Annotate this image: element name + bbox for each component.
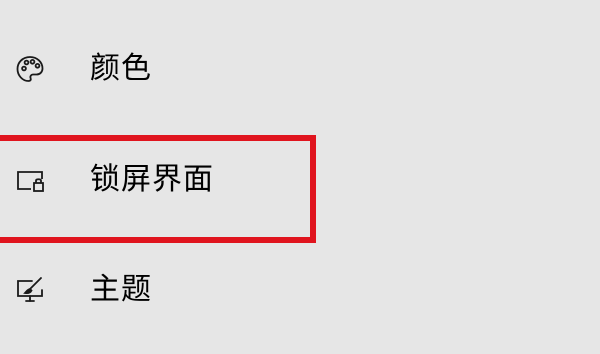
personalization-nav-list: 颜色 锁屏界面 主题 bbox=[0, 0, 600, 354]
nav-item-colors-label: 颜色 bbox=[90, 51, 152, 86]
themes-brush-icon bbox=[14, 274, 46, 306]
nav-item-lock-screen[interactable]: 锁屏界面 bbox=[0, 152, 600, 208]
nav-item-themes-label: 主题 bbox=[90, 272, 152, 307]
palette-icon bbox=[14, 53, 46, 85]
nav-item-lock-screen-label: 锁屏界面 bbox=[90, 162, 214, 197]
lock-screen-icon bbox=[14, 164, 46, 196]
nav-item-colors[interactable]: 颜色 bbox=[0, 41, 600, 97]
nav-item-themes[interactable]: 主题 bbox=[0, 262, 600, 318]
